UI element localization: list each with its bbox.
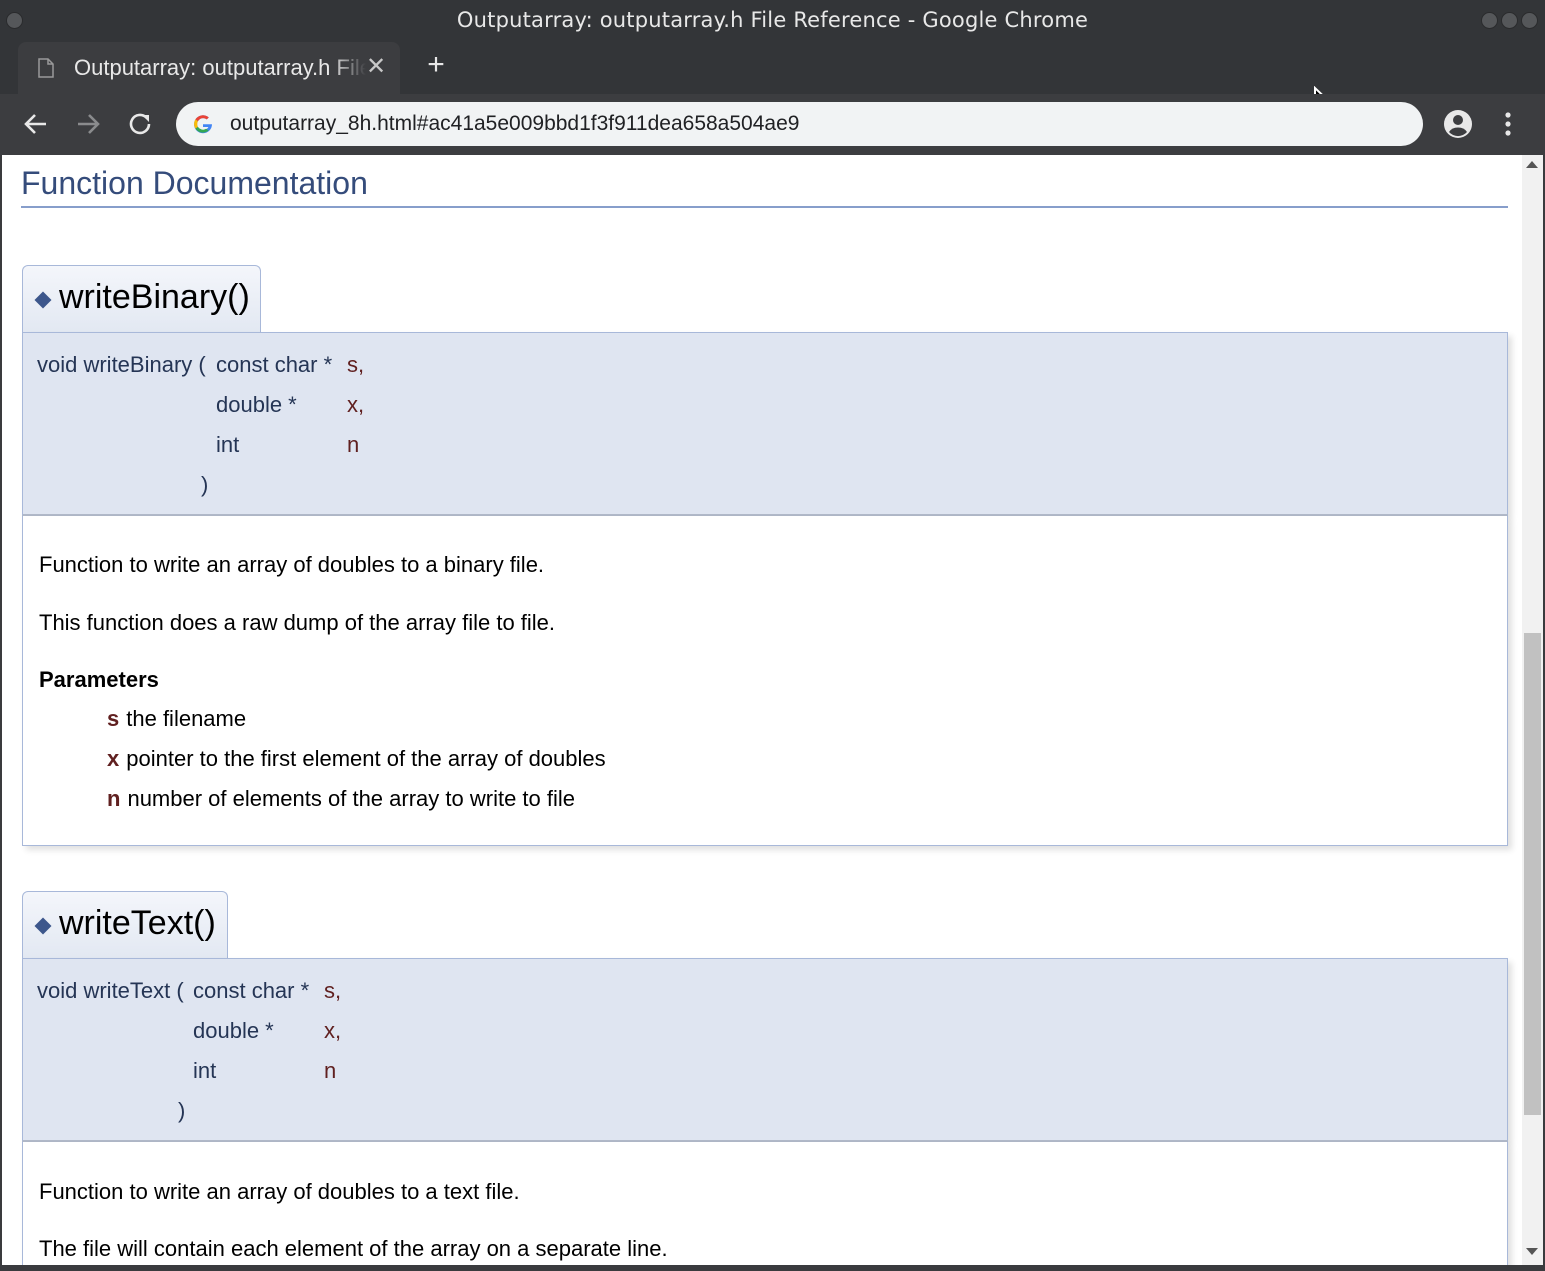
param-name: s,	[347, 352, 365, 377]
prototype-close: )	[201, 472, 209, 497]
reload-icon[interactable]	[122, 106, 158, 142]
kebab-menu-icon[interactable]	[1496, 108, 1520, 140]
minimize-button[interactable]	[1481, 12, 1498, 29]
browser-toolbar: outputarray_8h.html#ac41a5e009bbd1f3f911…	[0, 94, 1545, 155]
param-doc-desc: pointer to the first element of the arra…	[126, 746, 606, 771]
function-doc-writebinary: Function to write an array of doubles to…	[22, 516, 1508, 846]
close-window-button[interactable]	[1521, 12, 1538, 29]
scroll-up-arrow-icon[interactable]	[1526, 161, 1538, 168]
window-bottom-edge	[0, 1265, 1545, 1271]
function-title-writetext: writeText()	[22, 891, 228, 959]
param-type: const char *	[216, 352, 333, 377]
section-divider	[21, 206, 1508, 208]
address-bar[interactable]: outputarray_8h.html#ac41a5e009bbd1f3f911…	[176, 102, 1423, 146]
scrollbar-thumb[interactable]	[1524, 633, 1541, 1115]
detail-description: This function does a raw dump of the arr…	[39, 610, 556, 635]
url-text: outputarray_8h.html#ac41a5e009bbd1f3f911…	[230, 112, 800, 135]
brief-description: Function to write an array of doubles to…	[39, 552, 545, 577]
page-icon	[38, 58, 54, 78]
forward-icon[interactable]	[70, 106, 106, 142]
detail-description: The file will contain each element of th…	[39, 1236, 668, 1261]
param-doc-row: n number of elements of the array to writ…	[107, 786, 575, 812]
maximize-button[interactable]	[1501, 12, 1518, 29]
param-type: int	[193, 1058, 217, 1083]
tab-title: Outputarray: outputarray.h File Referenc…	[74, 55, 366, 80]
param-doc-name: n	[107, 786, 121, 811]
param-type: double *	[216, 392, 297, 417]
function-prototype-writebinary: void writeBinary ( const char * s, doubl…	[22, 332, 1508, 516]
param-name: s,	[324, 978, 342, 1003]
function-name: writeText()	[59, 904, 216, 942]
window-title: Outputarray: outputarray.h File Referenc…	[456, 8, 1089, 32]
diamond-icon	[34, 917, 52, 935]
param-name: x,	[324, 1018, 342, 1043]
param-name: x,	[347, 392, 365, 417]
param-type: const char *	[193, 978, 310, 1003]
prototype-prefix: void writeText (	[37, 978, 184, 1003]
param-doc-row: x pointer to the first element of the arr…	[107, 746, 606, 772]
function-prototype-writetext: void writeText ( const char * s, double …	[22, 958, 1508, 1142]
prototype-close: )	[178, 1098, 186, 1123]
tab-outputarray[interactable]: Outputarray: outputarray.h File Referenc…	[18, 42, 400, 94]
param-name: n	[347, 432, 360, 457]
param-doc-desc: the filename	[126, 706, 247, 731]
back-icon[interactable]	[18, 106, 54, 142]
google-icon	[194, 115, 213, 134]
tab-strip: Outputarray: outputarray.h File Referenc…	[0, 40, 1545, 125]
function-name: writeBinary()	[59, 278, 250, 316]
function-title-writebinary: writeBinary()	[22, 265, 261, 333]
diamond-icon	[34, 291, 52, 309]
param-doc-name: x	[107, 746, 120, 771]
section-title: Function Documentation	[21, 165, 368, 201]
param-name: n	[324, 1058, 337, 1083]
new-tab-icon[interactable]: +	[420, 50, 452, 82]
param-doc-row: s the filename	[107, 706, 246, 732]
param-doc-desc: number of elements of the array to write…	[127, 786, 575, 811]
prototype-prefix: void writeBinary (	[37, 352, 206, 377]
parameters-heading: Parameters	[39, 667, 159, 692]
param-type: int	[216, 432, 240, 457]
function-doc-writetext: Function to write an array of doubles to…	[22, 1142, 1508, 1265]
param-type: double *	[193, 1018, 274, 1043]
page-content: Function Documentation writeBinary() voi…	[2, 155, 1522, 1265]
brief-description: Function to write an array of doubles to…	[39, 1179, 520, 1204]
profile-icon[interactable]	[1442, 108, 1474, 140]
scroll-down-arrow-icon[interactable]	[1526, 1248, 1538, 1255]
window-titlebar: Outputarray: outputarray.h File Referenc…	[0, 0, 1545, 40]
param-doc-name: s	[107, 706, 120, 731]
close-tab-icon[interactable]: ✕	[364, 52, 388, 82]
vertical-scrollbar[interactable]	[1522, 155, 1543, 1265]
